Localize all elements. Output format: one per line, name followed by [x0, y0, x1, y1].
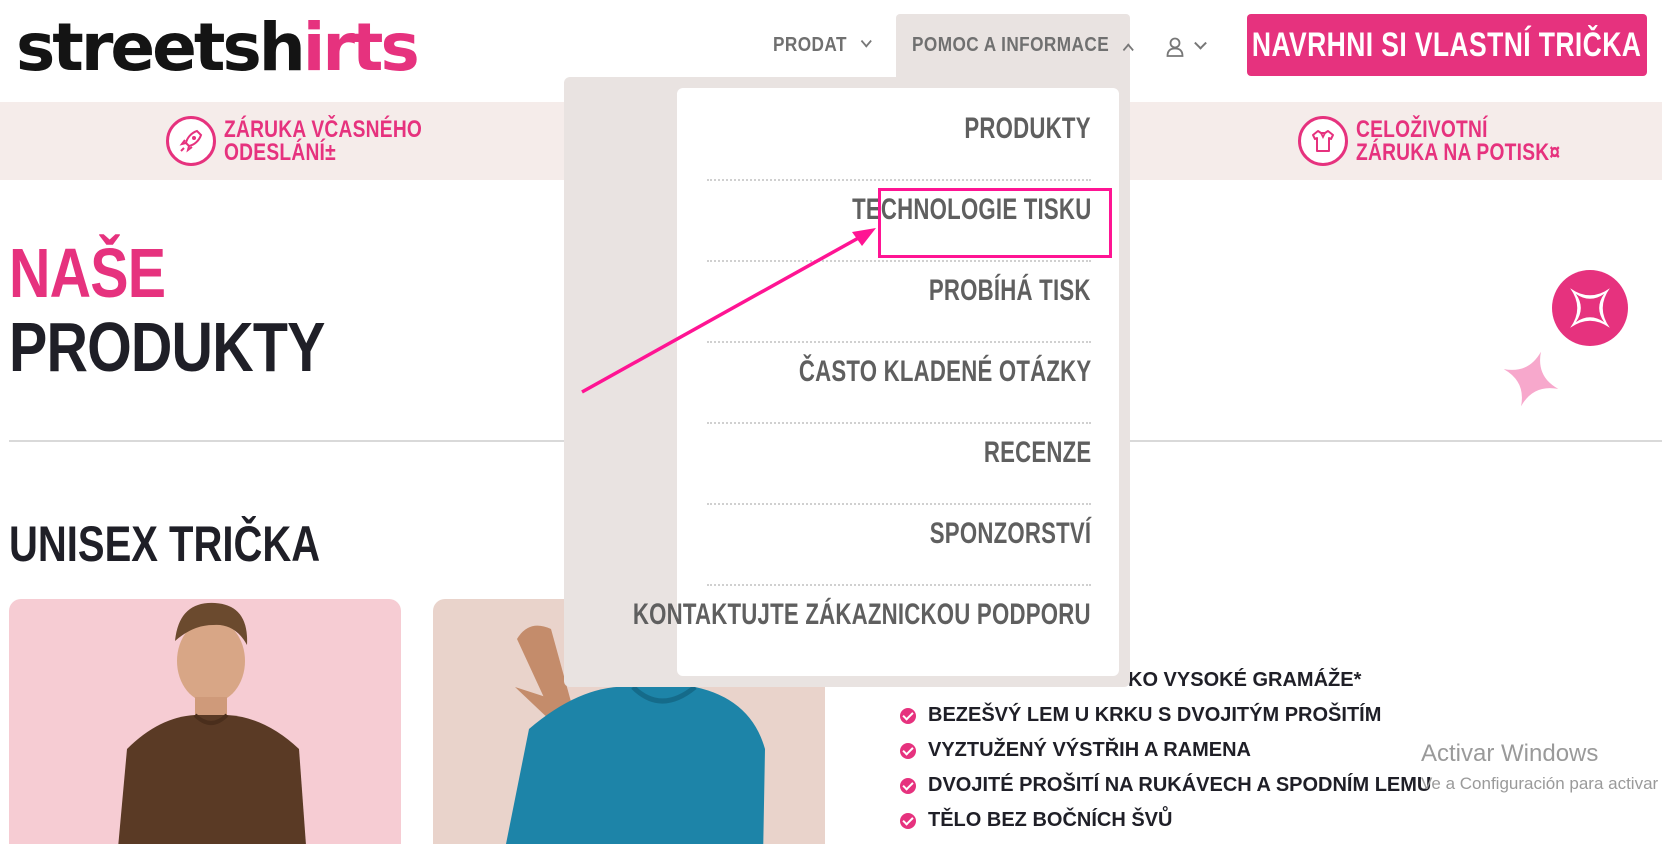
page-title-line2: PRODUKTY: [9, 308, 325, 386]
benefit-text: CELOŽIVOTNÍ ZÁRUKA NA POTISK¤: [1356, 116, 1561, 166]
benefit-1-line2: ODESLÁNÍ±: [224, 139, 336, 166]
benefit-2-line1: CELOŽIVOTNÍ: [1356, 116, 1488, 143]
chevron-up-icon: [1123, 42, 1134, 56]
product-features-list: KO VYSOKÉ GRAMÁŽE* BEZEŠVÝ LEM U KRKU S …: [900, 663, 1431, 838]
check-badge-icon: [900, 812, 916, 829]
menu-item-sponzorstvi[interactable]: SPONZORSTVÍ: [677, 493, 1119, 574]
sparkle-decoration-icon: [1552, 270, 1628, 346]
logo-text-a: streetsh: [16, 9, 306, 86]
menu-item-produkty[interactable]: PRODUKTY: [677, 88, 1119, 169]
nav-prodat-label: PRODAT: [773, 33, 847, 56]
shirt-icon: [1298, 116, 1348, 166]
rocket-icon: [166, 116, 216, 166]
menu-item-label: SPONZORSTVÍ: [929, 516, 1091, 550]
page-title: NAŠE PRODUKTY: [9, 236, 325, 384]
benefit-on-time-shipping: ZÁRUKA VČASNÉHO ODESLÁNÍ±: [166, 110, 472, 172]
section-title-unisex: UNISEX TRIČKA: [9, 516, 321, 572]
chevron-down-icon: [1194, 36, 1207, 50]
benefit-2-line2: ZÁRUKA NA POTISK¤: [1356, 139, 1561, 166]
menu-item-label: ČASTO KLADENÉ OTÁZKY: [798, 354, 1091, 388]
check-badge-icon: [900, 742, 916, 759]
chevron-down-icon: [860, 34, 872, 48]
benefit-1-line1: ZÁRUKA VČASNÉHO: [224, 116, 423, 143]
benefit-text: ZÁRUKA VČASNÉHO ODESLÁNÍ±: [224, 116, 423, 166]
feature-text: BEZEŠVÝ LEM U KRKU S DVOJITÝM PROŠITÍM: [928, 704, 1382, 726]
watermark-line2: Ve a Configuración para activar: [1421, 774, 1659, 793]
nav-pomoc-label: POMOC A INFORMACE: [912, 33, 1110, 56]
check-badge-icon: [900, 707, 916, 724]
feature-item: BEZEŠVÝ LEM U KRKU S DVOJITÝM PROŠITÍM: [900, 698, 1431, 733]
feature-text: DVOJITÉ PROŠITÍ NA RUKÁVECH A SPODNÍM LE…: [928, 774, 1432, 796]
menu-item-faq[interactable]: ČASTO KLADENÉ OTÁZKY: [677, 331, 1119, 412]
menu-item-recenze[interactable]: RECENZE: [677, 412, 1119, 493]
small-sparkle-icon: [1503, 351, 1559, 407]
feature-item: TĚLO BEZ BOČNÍCH ŠVŮ: [900, 803, 1431, 838]
check-badge-icon: [900, 777, 916, 794]
annotation-highlight-box: [878, 188, 1112, 258]
feature-item-partial: KO VYSOKÉ GRAMÁŽE*: [1128, 663, 1361, 698]
product-card-brown-tshirt[interactable]: [9, 599, 401, 844]
feature-text: TĚLO BEZ BOČNÍCH ŠVŮ: [928, 809, 1173, 831]
menu-item-label: PROBÍHÁ TISK: [929, 273, 1091, 307]
page-title-line1: NAŠE: [9, 234, 166, 312]
help-dropdown-menu: PRODUKTY TECHNOLOGIE TISKU PROBÍHÁ TISK …: [633, 88, 1119, 676]
menu-item-label: KONTAKTUJTE ZÁKAZNICKOU PODPORU: [633, 597, 1091, 631]
account-menu[interactable]: [1166, 30, 1216, 64]
streetshirts-logo[interactable]: streetshirts: [16, 6, 420, 90]
menu-item-label: PRODUKTY: [964, 111, 1091, 145]
menu-item-label: RECENZE: [983, 435, 1091, 469]
design-your-shirts-button[interactable]: NAVRHNI SI VLASTNÍ TRIČKA: [1247, 14, 1647, 76]
nav-prodat[interactable]: PRODAT: [773, 14, 872, 76]
nav-pomoc-a-informace[interactable]: POMOC A INFORMACE: [912, 14, 1134, 76]
benefit-lifetime-guarantee: CELOŽIVOTNÍ ZÁRUKA NA POTISK¤: [1298, 110, 1611, 172]
cta-label: NAVRHNI SI VLASTNÍ TRIČKA: [1252, 25, 1642, 64]
feature-text: KO VYSOKÉ GRAMÁŽE*: [1128, 669, 1362, 691]
watermark-line1: Activar Windows: [1421, 740, 1599, 767]
model-image: [118, 602, 306, 844]
user-icon: [1166, 37, 1184, 57]
menu-item-probiha-tisk[interactable]: PROBÍHÁ TISK: [677, 250, 1119, 331]
feature-text: VYZTUŽENÝ VÝSTŘIH A RAMENA: [928, 739, 1251, 761]
logo-text-b: irts: [302, 9, 420, 86]
menu-item-kontakt[interactable]: KONTAKTUJTE ZÁKAZNICKOU PODPORU: [633, 574, 1119, 655]
feature-item: VYZTUŽENÝ VÝSTŘIH A RAMENA: [900, 733, 1431, 768]
feature-item: DVOJITÉ PROŠITÍ NA RUKÁVECH A SPODNÍM LE…: [900, 768, 1431, 803]
windows-activation-watermark: Activar Windows Ve a Configuración para …: [1421, 740, 1658, 794]
